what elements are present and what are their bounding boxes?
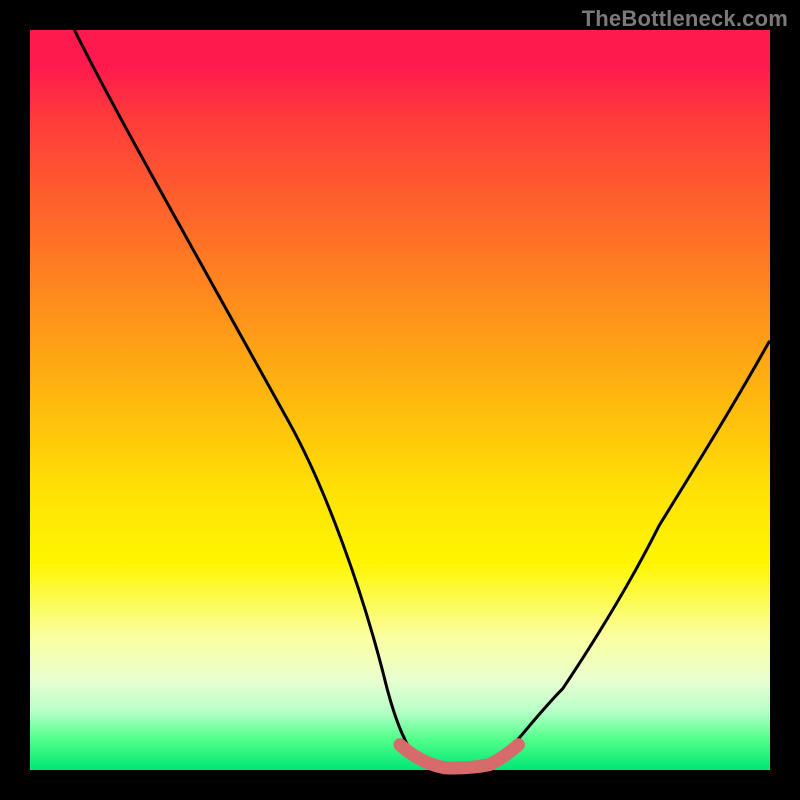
plot-area — [30, 30, 770, 770]
optimal-marker-path — [400, 745, 518, 768]
chart-frame: TheBottleneck.com — [0, 0, 800, 800]
bottleneck-curve-path — [74, 30, 769, 770]
curve-layer — [30, 30, 770, 770]
watermark-text: TheBottleneck.com — [582, 6, 788, 32]
